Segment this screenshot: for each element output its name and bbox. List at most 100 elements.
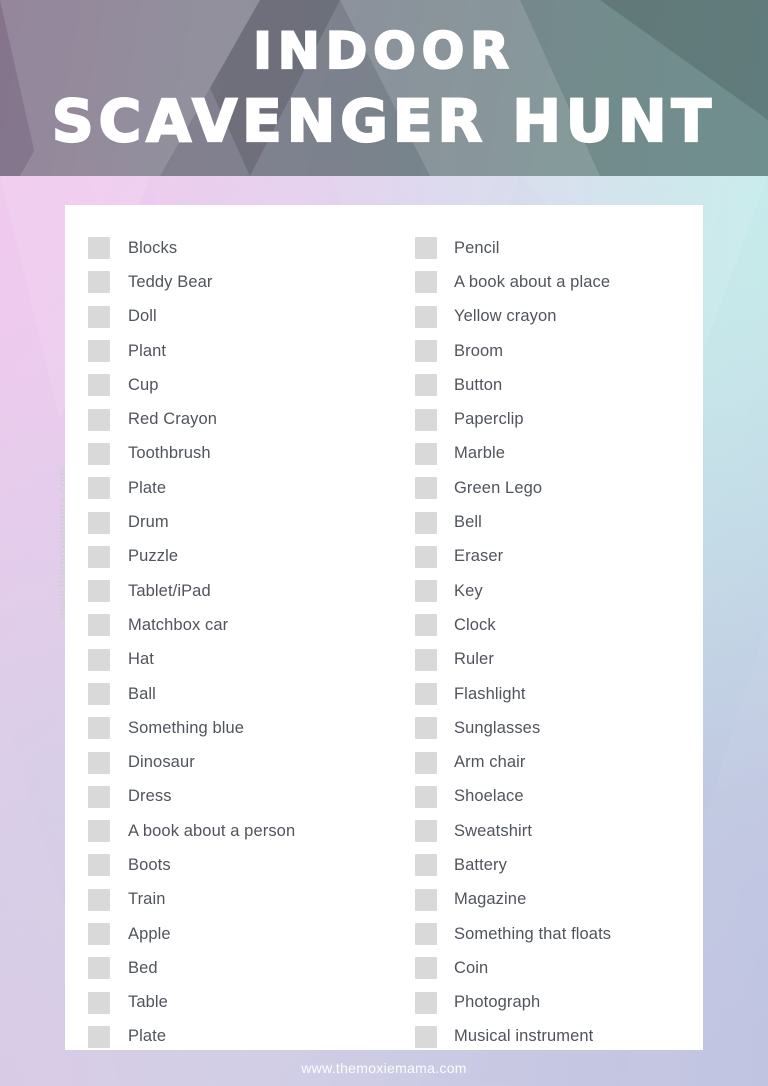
checklist-row[interactable]: Apple [88,917,384,951]
checklist-row[interactable]: Paperclip [415,402,703,436]
checkbox-icon[interactable] [88,511,110,534]
checklist-row[interactable]: Plate [88,471,384,505]
checkbox-icon[interactable] [415,717,437,740]
checkbox-icon[interactable] [88,305,110,328]
checkbox-icon[interactable] [88,237,110,260]
checklist-row[interactable]: Marble [415,437,703,471]
checklist-row[interactable]: Hat [88,643,384,677]
checkbox-icon[interactable] [88,1025,110,1048]
checklist-row[interactable]: Cup [88,368,384,402]
checklist-row[interactable]: Sweatshirt [415,814,703,848]
checkbox-icon[interactable] [88,408,110,431]
checklist-row[interactable]: Shoelace [415,780,703,814]
checkbox-icon[interactable] [415,923,437,946]
checklist-row[interactable]: Doll [88,300,384,334]
checklist-row[interactable]: Magazine [415,883,703,917]
checkbox-icon[interactable] [415,751,437,774]
checklist-row[interactable]: A book about a person [88,814,384,848]
checklist-row[interactable]: Drum [88,505,384,539]
checklist-row[interactable]: Puzzle [88,540,384,574]
checklist-item-label: Bell [454,513,482,532]
checklist-item-label: Eraser [454,547,504,566]
checkbox-icon[interactable] [415,785,437,808]
checkbox-icon[interactable] [88,957,110,980]
checkbox-icon[interactable] [88,923,110,946]
checkbox-icon[interactable] [415,991,437,1014]
checklist-row[interactable]: Musical instrument [415,1020,703,1054]
checkbox-icon[interactable] [415,957,437,980]
checklist-row[interactable]: Red Crayon [88,402,384,436]
checkbox-icon[interactable] [415,477,437,500]
checkbox-icon[interactable] [415,271,437,294]
checkbox-icon[interactable] [415,237,437,260]
checklist-row[interactable]: Photograph [415,986,703,1020]
checkbox-icon[interactable] [88,683,110,705]
checkbox-icon[interactable] [415,374,437,397]
checklist-row[interactable]: Train [88,883,384,917]
checkbox-icon[interactable] [88,271,110,294]
checklist-row[interactable]: Tablet/iPad [88,574,384,608]
checkbox-icon[interactable] [415,408,437,431]
checklist-row[interactable]: Boots [88,848,384,882]
checklist-row[interactable]: A book about a place [415,265,703,299]
checklist-row[interactable]: Key [415,574,703,608]
checklist-row[interactable]: Ball [88,677,384,711]
checkbox-icon[interactable] [88,751,110,774]
checkbox-icon[interactable] [88,442,110,465]
checklist-row[interactable]: Dinosaur [88,745,384,779]
checklist-row[interactable]: Blocks [88,231,384,265]
checkbox-icon[interactable] [415,305,437,328]
checkbox-icon[interactable] [88,991,110,1014]
checklist-row[interactable]: Bed [88,951,384,985]
checkbox-icon[interactable] [88,785,110,808]
checklist-row[interactable]: Yellow crayon [415,300,703,334]
checkbox-icon[interactable] [415,545,437,568]
checkbox-icon[interactable] [88,717,110,740]
checkbox-icon[interactable] [415,511,437,534]
checkbox-icon[interactable] [415,614,437,637]
checkbox-icon[interactable] [415,580,437,603]
checklist-row[interactable]: Clock [415,608,703,642]
checklist-row[interactable]: Table [88,986,384,1020]
checklist-row[interactable]: Teddy Bear [88,265,384,299]
checklist-row[interactable]: Flashlight [415,677,703,711]
checkbox-icon[interactable] [415,854,437,877]
checklist-item-label: Marble [454,444,506,463]
checkbox-icon[interactable] [88,820,110,843]
checklist-row[interactable]: Pencil [415,231,703,265]
checkbox-icon[interactable] [415,683,437,705]
checklist-row[interactable]: Eraser [415,540,703,574]
checklist-row[interactable]: Plate [88,1020,384,1054]
checklist-row[interactable]: Something blue [88,711,384,745]
checklist-row[interactable]: Something that floats [415,917,703,951]
checklist-row[interactable]: Dress [88,780,384,814]
checklist-row[interactable]: Toothbrush [88,437,384,471]
checkbox-icon[interactable] [415,648,437,671]
checklist-row[interactable]: Battery [415,848,703,882]
checkbox-icon[interactable] [415,888,437,911]
checkbox-icon[interactable] [415,820,437,843]
checkbox-icon[interactable] [415,442,437,465]
checklist-row[interactable]: Matchbox car [88,608,384,642]
checkbox-icon[interactable] [88,580,110,603]
checkbox-icon[interactable] [88,545,110,568]
checklist-row[interactable]: Ruler [415,643,703,677]
checkbox-icon[interactable] [88,888,110,911]
checklist-item-label: Arm chair [454,753,526,772]
checkbox-icon[interactable] [88,648,110,671]
checkbox-icon[interactable] [88,854,110,877]
checklist-row[interactable]: Green Lego [415,471,703,505]
checklist-row[interactable]: Button [415,368,703,402]
checklist-row[interactable]: Plant [88,334,384,368]
checklist-row[interactable]: Sunglasses [415,711,703,745]
checkbox-icon[interactable] [415,1025,437,1048]
checkbox-icon[interactable] [88,340,110,363]
checkbox-icon[interactable] [415,340,437,363]
checklist-row[interactable]: Broom [415,334,703,368]
checkbox-icon[interactable] [88,614,110,637]
checkbox-icon[interactable] [88,374,110,397]
checkbox-icon[interactable] [88,477,110,500]
checklist-row[interactable]: Bell [415,505,703,539]
checklist-row[interactable]: Arm chair [415,745,703,779]
checklist-row[interactable]: Coin [415,951,703,985]
